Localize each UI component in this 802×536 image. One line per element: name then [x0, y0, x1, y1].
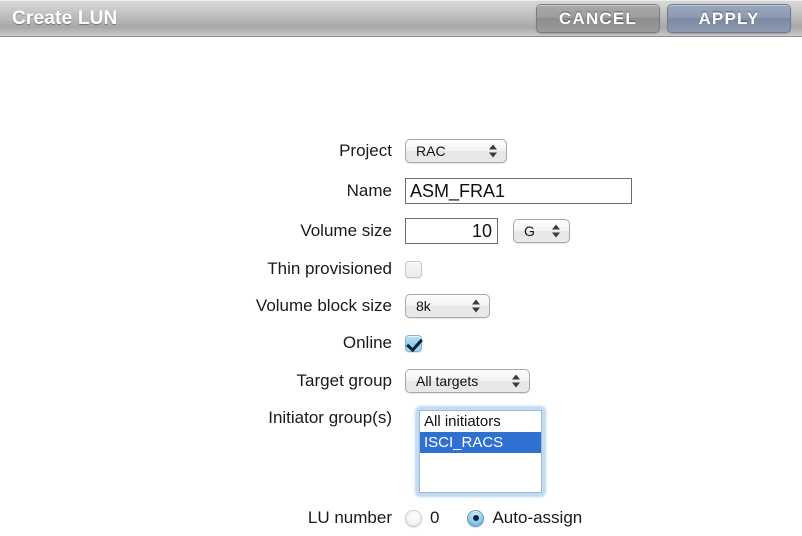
lu-number-radio-zero[interactable]	[405, 509, 422, 527]
list-item[interactable]: ISCI_RACS	[420, 432, 541, 453]
volume-size-control: 10 G	[405, 218, 570, 244]
lu-number-radio-zero-label: 0	[430, 508, 440, 527]
volume-block-size-control: 8k	[405, 294, 490, 318]
lu-number-control: 0 Auto-assign	[405, 508, 582, 528]
form-row-name: Name ASM_FRA1	[0, 178, 802, 204]
list-item[interactable]: All initiators	[420, 411, 541, 432]
name-input[interactable]: ASM_FRA1	[405, 178, 632, 204]
volume-size-label: Volume size	[300, 221, 392, 240]
online-checkbox[interactable]	[405, 334, 422, 352]
initiator-groups-focus-ring: All initiators ISCI_RACS	[416, 407, 545, 496]
lu-number-label: LU number	[307, 508, 392, 527]
project-label: Project	[339, 141, 392, 160]
project-select[interactable]: RAC	[405, 139, 507, 163]
target-group-value: All targets	[416, 373, 479, 389]
form-row-thin-provisioned: Thin provisioned	[0, 256, 802, 282]
thin-provisioned-label: Thin provisioned	[267, 259, 392, 278]
form-row-initiator-groups: Initiator group(s)	[0, 405, 802, 431]
chevron-updown-icon	[552, 224, 560, 239]
thin-provisioned-checkbox[interactable]	[405, 260, 422, 278]
initiator-groups-listbox[interactable]: All initiators ISCI_RACS	[419, 410, 542, 493]
apply-button[interactable]: APPLY	[667, 4, 791, 33]
initiator-groups-label: Initiator group(s)	[268, 408, 392, 427]
form-row-online: Online	[0, 330, 802, 356]
target-group-select[interactable]: All targets	[405, 369, 530, 393]
name-label: Name	[346, 181, 392, 200]
chevron-updown-icon	[472, 299, 480, 314]
form-row-target-group: Target group All targets	[0, 368, 802, 394]
lu-number-radio-auto[interactable]	[467, 509, 485, 527]
create-lun-form: Project RAC Name ASM_FRA1 Volume size 10…	[0, 37, 802, 536]
name-control: ASM_FRA1	[405, 178, 632, 204]
online-label: Online	[342, 333, 392, 352]
thin-provisioned-control	[405, 260, 422, 278]
chevron-updown-icon	[512, 374, 520, 389]
project-select-value: RAC	[416, 143, 446, 159]
chevron-updown-icon	[489, 144, 497, 159]
form-row-lu-number: LU number 0 Auto-assign	[0, 505, 802, 531]
volume-size-input[interactable]: 10	[405, 218, 498, 244]
form-row-volume-size: Volume size 10 G	[0, 218, 802, 244]
volume-block-size-value: 8k	[416, 298, 431, 314]
target-group-control: All targets	[405, 369, 530, 393]
volume-size-unit-value: G	[524, 223, 535, 239]
lu-number-radio-auto-label: Auto-assign	[492, 508, 583, 527]
window-titlebar: Create LUN CANCEL APPLY	[0, 0, 802, 37]
cancel-button[interactable]: CANCEL	[536, 4, 660, 33]
online-control	[405, 334, 422, 352]
form-row-volume-block-size: Volume block size 8k	[0, 293, 802, 319]
volume-block-size-select[interactable]: 8k	[405, 294, 490, 318]
form-row-project: Project RAC	[0, 138, 802, 164]
volume-size-unit-select[interactable]: G	[513, 219, 570, 243]
page-title: Create LUN	[12, 8, 118, 29]
volume-block-size-label: Volume block size	[255, 296, 392, 315]
target-group-label: Target group	[296, 371, 392, 390]
project-control: RAC	[405, 139, 507, 163]
